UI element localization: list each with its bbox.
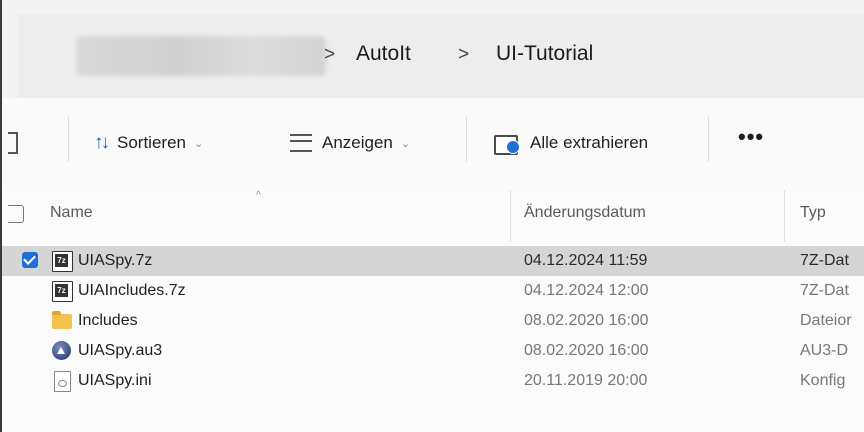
file-row-uiaspy-ini[interactable]: UIASpy.ini 20.11.2019 20:00 Konfig bbox=[2, 366, 864, 396]
file-date: 08.02.2020 16:00 bbox=[524, 312, 649, 329]
column-header-name[interactable]: Name bbox=[50, 204, 93, 222]
select-all-checkbox[interactable] bbox=[8, 205, 24, 223]
file-type: 7Z-Dat bbox=[800, 252, 849, 269]
column-divider[interactable] bbox=[510, 190, 511, 242]
extract-folder-icon bbox=[494, 132, 520, 155]
column-divider[interactable] bbox=[784, 190, 785, 242]
file-date: 04.12.2024 11:59 bbox=[524, 252, 648, 269]
file-date: 08.02.2020 16:00 bbox=[524, 342, 649, 359]
row-checkbox[interactable] bbox=[22, 252, 38, 268]
breadcrumb-separator-icon: > bbox=[324, 44, 336, 65]
toolbar-divider bbox=[466, 116, 467, 162]
file-name: Includes bbox=[78, 312, 138, 329]
toolbar-divider bbox=[708, 116, 709, 162]
view-button[interactable]: Anzeigen ⌄ bbox=[290, 126, 410, 160]
extract-all-label: Alle extrahieren bbox=[530, 133, 649, 152]
file-row-uiaincludes-7z[interactable]: 7z UIAIncludes.7z 04.12.2024 12:00 7Z-Da… bbox=[2, 276, 864, 306]
ini-file-icon bbox=[54, 371, 71, 392]
file-type: AU3-D bbox=[800, 342, 849, 359]
au3-script-icon bbox=[52, 341, 71, 360]
sort-indicator-icon: ^ bbox=[256, 190, 261, 201]
column-header-date[interactable]: Änderungsdatum bbox=[524, 204, 646, 222]
file-name: UIASpy.ini bbox=[78, 372, 152, 389]
file-date: 20.11.2019 20:00 bbox=[524, 372, 648, 389]
7z-archive-icon: 7z bbox=[52, 281, 73, 302]
more-options-button[interactable]: ••• bbox=[738, 124, 764, 150]
extract-all-button[interactable]: Alle extrahieren bbox=[494, 126, 648, 160]
delete-icon[interactable] bbox=[8, 132, 18, 154]
view-button-label: Anzeigen bbox=[322, 133, 393, 152]
file-type: 7Z-Dat bbox=[800, 282, 849, 299]
sort-button-label: Sortieren bbox=[117, 133, 186, 152]
file-name: UIAIncludes.7z bbox=[78, 282, 186, 299]
folder-icon bbox=[52, 311, 72, 329]
file-name: UIASpy.au3 bbox=[78, 342, 163, 359]
breadcrumb-separator-icon: > bbox=[458, 44, 470, 65]
column-header-type[interactable]: Typ bbox=[800, 204, 826, 222]
file-row-includes[interactable]: Includes 08.02.2020 16:00 Dateior bbox=[2, 306, 864, 336]
view-list-icon bbox=[290, 134, 312, 152]
7z-archive-icon: 7z bbox=[52, 251, 73, 272]
breadcrumb-item-ui-tutorial[interactable]: UI-Tutorial bbox=[496, 42, 593, 66]
file-list: ^ Name Änderungsdatum Typ 7z UIASpy.7z 0… bbox=[2, 186, 864, 432]
sort-button[interactable]: ↑↓ Sortieren ⌄ bbox=[94, 126, 203, 160]
breadcrumb-blurred-root[interactable] bbox=[76, 36, 326, 76]
chevron-down-icon: ⌄ bbox=[193, 137, 204, 150]
file-type: Konfig bbox=[800, 372, 846, 389]
file-row-uiaspy-7z[interactable]: 7z UIASpy.7z 04.12.2024 11:59 7Z-Dat bbox=[2, 246, 864, 276]
chevron-down-icon: ⌄ bbox=[400, 137, 411, 150]
file-date: 04.12.2024 12:00 bbox=[524, 282, 649, 299]
column-header-row: ^ Name Änderungsdatum Typ bbox=[2, 186, 864, 244]
file-type: Dateior bbox=[800, 312, 852, 329]
toolbar-divider bbox=[68, 116, 69, 162]
address-bar[interactable]: > AutoIt > UI-Tutorial bbox=[18, 14, 864, 98]
sort-arrows-icon: ↑↓ bbox=[94, 132, 110, 153]
command-bar: ↑↓ Sortieren ⌄ Anzeigen ⌄ Alle extrahier… bbox=[2, 98, 864, 187]
file-name: UIASpy.7z bbox=[78, 252, 153, 269]
breadcrumb-item-autoit[interactable]: AutoIt bbox=[356, 42, 411, 66]
file-row-uiaspy-au3[interactable]: UIASpy.au3 08.02.2020 16:00 AU3-D bbox=[2, 336, 864, 366]
